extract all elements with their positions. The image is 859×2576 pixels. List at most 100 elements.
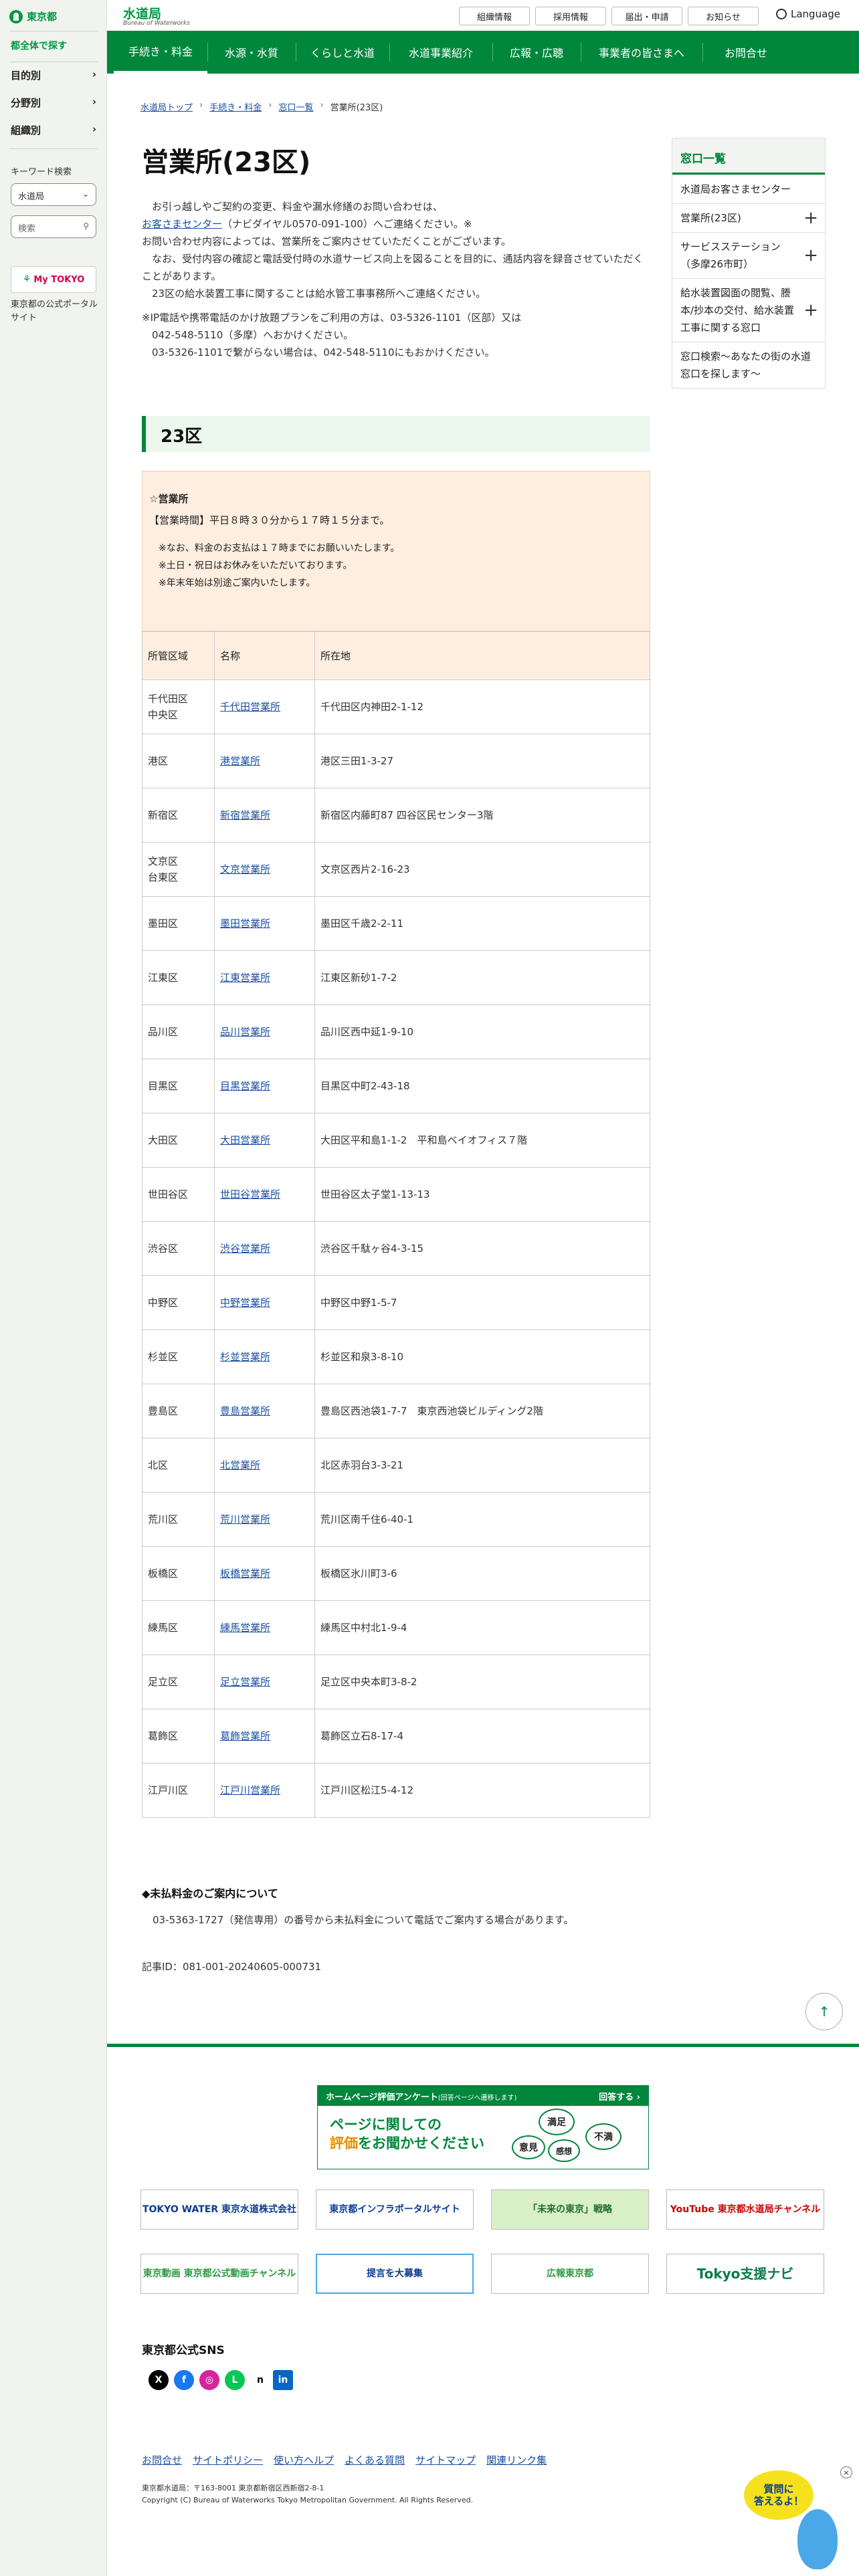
close-icon[interactable]: ×	[840, 2466, 852, 2478]
intro-line: お引っ越しやご契約の変更、料金や漏水修繕のお問い合わせは、	[142, 201, 443, 213]
cell-area: 足立区	[142, 1654, 215, 1709]
search-icon[interactable]: ⚲	[83, 221, 89, 231]
line-icon[interactable]: L	[225, 2370, 245, 2390]
chevron-right-icon: ›	[92, 96, 96, 108]
office-link[interactable]: 江戸川営業所	[220, 1784, 280, 1796]
note-icon[interactable]: n	[250, 2370, 270, 2390]
plus-icon[interactable]: +	[803, 247, 818, 264]
office-link[interactable]: 葛飾営業所	[220, 1730, 270, 1742]
table-row: 荒川区 荒川営業所 荒川区南千住6-40-1	[142, 1492, 650, 1547]
banner-tokyo-water[interactable]: TOKYO WATER 東京水道株式会社	[140, 2189, 298, 2230]
gnav-living[interactable]: くらしと水道	[296, 31, 389, 74]
banner-tokyo-douga[interactable]: 東京動画 東京都公式動画チャンネル	[140, 2254, 298, 2294]
banner-koho-tokyo[interactable]: 広報東京都	[491, 2254, 649, 2294]
language-switch[interactable]: Language	[776, 8, 840, 20]
side-nav-item[interactable]: 水道局お客さまセンター	[672, 175, 825, 203]
footer-link-policy[interactable]: サイトポリシー	[193, 2453, 263, 2467]
facebook-icon[interactable]: f	[174, 2370, 194, 2390]
office-link[interactable]: 品川営業所	[220, 1026, 270, 1038]
office-link[interactable]: 北営業所	[220, 1459, 260, 1471]
counters-side-nav: 窓口一覧 水道局お客さまセンター 営業所(23区) + サービスステーション（多摩26…	[672, 138, 826, 389]
office-link[interactable]: 豊島営業所	[220, 1405, 270, 1417]
office-link[interactable]: 荒川営業所	[220, 1513, 270, 1525]
x-icon[interactable]: X	[149, 2370, 169, 2390]
breadcrumb-procedures[interactable]: 手続き・料金	[209, 100, 262, 113]
cell-address: 江戸川区松江5-4-12	[314, 1763, 650, 1818]
side-nav-item[interactable]: 営業所(23区) +	[672, 203, 825, 232]
gnav-water-source[interactable]: 水源・水質	[207, 31, 296, 74]
office-link[interactable]: 江東営業所	[220, 972, 270, 984]
office-link[interactable]: 渋谷営業所	[220, 1243, 270, 1255]
gnav-procedures[interactable]: 手続き・料金	[114, 31, 207, 74]
breadcrumb-top[interactable]: 水道局トップ	[140, 100, 193, 113]
utility-news[interactable]: お知らせ	[688, 7, 759, 25]
breadcrumb-counters[interactable]: 窓口一覧	[278, 100, 313, 113]
cell-address: 中野区中野1-5-7	[314, 1275, 650, 1330]
footer-link-sitemap[interactable]: サイトマップ	[415, 2453, 476, 2467]
side-nav-heading[interactable]: 窓口一覧	[672, 138, 825, 175]
banner-future-tokyo[interactable]: 「未来の東京」戦略	[491, 2189, 649, 2230]
utility-recruit[interactable]: 採用情報	[535, 7, 606, 25]
survey-banner[interactable]: ホームページ評価アンケート(回答ページへ遷移します) 回答する › ページに関して…	[317, 2085, 649, 2169]
utility-applications[interactable]: 届出・申請	[611, 7, 682, 25]
banner-proposals[interactable]: 提言を大募集	[316, 2254, 474, 2294]
plus-icon[interactable]: +	[803, 209, 818, 227]
search-input[interactable]: 検索 ⚲	[11, 215, 96, 238]
table-row: 大田区 大田営業所 大田区平和島1-1-2 平和島ベイオフィス７階	[142, 1113, 650, 1168]
banner-youtube[interactable]: YouTube 東京都水道局チャンネル	[666, 2189, 824, 2230]
gnav-contractors[interactable]: 事業者の皆さまへ	[581, 31, 702, 74]
mytokyo-banner[interactable]: ⚘ My TOKYO	[11, 266, 96, 293]
banner-tokyo-shien-navi[interactable]: Tokyo支援ナビ	[666, 2254, 824, 2294]
cell-address: 世田谷区太子堂1-13-13	[314, 1167, 650, 1222]
office-link[interactable]: 板橋営業所	[220, 1568, 270, 1580]
plus-icon[interactable]: +	[803, 302, 818, 319]
site-title[interactable]: 水道局	[123, 4, 161, 22]
office-link[interactable]: 練馬営業所	[220, 1622, 270, 1634]
office-link[interactable]: 新宿営業所	[220, 809, 270, 821]
office-link[interactable]: 港営業所	[220, 755, 260, 767]
customer-center-link[interactable]: お客さまセンター	[142, 218, 222, 230]
cell-address: 板橋区氷川町3-6	[314, 1546, 650, 1601]
sidebar-nav-organization[interactable]: 組織別 ›	[11, 123, 96, 137]
gnav-business-intro[interactable]: 水道事業紹介	[389, 31, 492, 74]
cell-name: 足立営業所	[214, 1654, 315, 1709]
office-link[interactable]: 目黒営業所	[220, 1080, 270, 1092]
office-link[interactable]: 世田谷営業所	[220, 1188, 280, 1200]
sidebar-nav-purpose[interactable]: 目的別 ›	[11, 68, 96, 82]
office-link[interactable]: 文京営業所	[220, 863, 270, 875]
office-link[interactable]: 足立営業所	[220, 1676, 270, 1688]
chatbot-mascot[interactable]: 質問に 答えるよ！	[744, 2470, 814, 2520]
side-nav-item[interactable]: 窓口検索～あなたの街の水道窓口を探します～	[672, 342, 825, 388]
office-link[interactable]: 杉並営業所	[220, 1351, 270, 1363]
cell-name: 世田谷営業所	[214, 1167, 315, 1222]
side-nav-item[interactable]: 給水装置図面の閲覧、謄本/抄本の交付、給水装置工事に関する窓口 +	[672, 278, 825, 342]
linkedin-icon[interactable]: in	[273, 2370, 293, 2390]
side-nav-item[interactable]: サービスステーション（多摩26市町） +	[672, 232, 825, 278]
office-link[interactable]: 大田営業所	[220, 1134, 270, 1146]
ginkgo-icon: ⚘	[22, 274, 31, 285]
gnav-contact[interactable]: お問合せ	[702, 31, 789, 74]
footer-link-help[interactable]: 使い方ヘルプ	[274, 2453, 334, 2467]
water-drop-mascot-icon[interactable]	[797, 2509, 838, 2569]
tokyo-logo[interactable]: 東京都	[9, 9, 57, 23]
side-nav-item-label: 窓口検索～あなたの街の水道窓口を探します～	[680, 350, 812, 380]
banner-infra-portal[interactable]: 東京都インフラポータルサイト	[316, 2189, 474, 2230]
intro-line: お問い合わせ内容によっては、営業所をご案内させていただくことがございます。	[142, 235, 512, 247]
back-to-top-button[interactable]: ↑	[805, 1993, 843, 2030]
gnav-pr[interactable]: 広報・広聴	[492, 31, 581, 74]
utility-org-info[interactable]: 組織情報	[459, 7, 530, 25]
cell-address: 葛飾区立石8-17-4	[314, 1709, 650, 1763]
footer-link-faq[interactable]: よくある質問	[345, 2453, 405, 2467]
office-link[interactable]: 千代田営業所	[220, 701, 280, 713]
footer-link-contact[interactable]: お問合せ	[142, 2453, 182, 2467]
office-link[interactable]: 中野営業所	[220, 1297, 270, 1309]
breadcrumb: 水道局トップ › 手続き・料金 › 窓口一覧 › 営業所(23区)	[140, 100, 383, 113]
sidebar-nav-field[interactable]: 分野別 ›	[11, 96, 96, 110]
office-link[interactable]: 墨田営業所	[220, 918, 270, 930]
intro-line: なお、受付内容の確認と電話受付時の水道サービス向上を図ることを目的に、通話内容を…	[142, 253, 644, 282]
footer-link-related[interactable]: 関連リンク集	[486, 2453, 547, 2467]
search-scope-select[interactable]: 水道局 ⌄	[11, 183, 96, 206]
cell-address: 豊島区西池袋1-7-7 東京西池袋ビルディング2階	[314, 1384, 650, 1438]
section-heading: 23区	[142, 416, 650, 452]
instagram-icon[interactable]: ◎	[199, 2370, 219, 2390]
